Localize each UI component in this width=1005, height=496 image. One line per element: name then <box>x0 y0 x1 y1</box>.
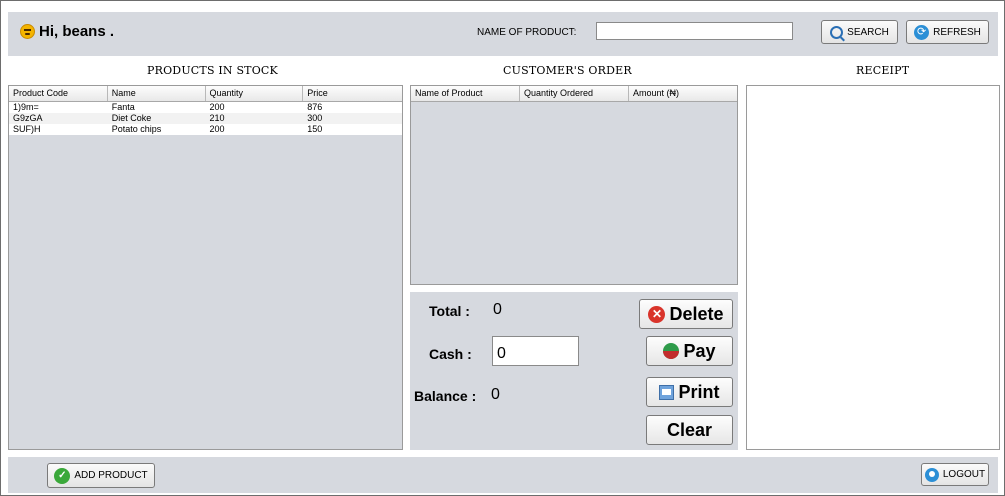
payment-panel: Total : 0 Cash : Balance : 0 ✕ Delete Pa… <box>410 292 738 450</box>
column-header[interactable]: Price <box>303 86 402 101</box>
print-button[interactable]: Print <box>646 377 733 407</box>
receipt-area[interactable] <box>746 85 1000 450</box>
order-title: CUSTOMER'S ORDER <box>503 64 632 77</box>
pay-icon <box>663 343 680 359</box>
app-window: Hi, beans . NAME OF PRODUCT: SEARCH ⟳ RE… <box>0 0 1005 496</box>
column-header[interactable]: Amount (₦) <box>629 86 737 101</box>
clear-button[interactable]: Clear <box>646 415 733 445</box>
table-row[interactable]: G9zGA Diet Coke 210 300 <box>9 113 402 124</box>
add-product-button[interactable]: ✓ ADD PRODUCT <box>47 463 155 488</box>
search-button-label: SEARCH <box>847 26 889 38</box>
table-cell: 200 <box>209 102 225 112</box>
print-icon <box>659 384 675 400</box>
total-label: Total : <box>429 303 470 319</box>
table-cell: Fanta <box>111 102 135 112</box>
clear-button-label: Clear <box>666 419 713 440</box>
column-header[interactable]: Name <box>108 86 206 101</box>
column-header[interactable]: Product Code <box>9 86 108 101</box>
column-header[interactable]: Name of Product <box>411 86 520 101</box>
delete-button[interactable]: ✕ Delete <box>639 299 733 329</box>
pay-button[interactable]: Pay <box>646 336 733 366</box>
name-of-product-input[interactable] <box>596 22 793 40</box>
pay-button-label: Pay <box>683 340 716 361</box>
stock-title: PRODUCTS IN STOCK <box>147 64 278 77</box>
search-icon <box>830 25 844 39</box>
bottom-bar: ✓ ADD PRODUCT LOGOUT <box>8 457 998 493</box>
column-header[interactable]: Quantity Ordered <box>520 86 629 101</box>
table-row[interactable]: SUF)H Potato chips 200 150 <box>9 124 402 135</box>
receipt-title: RECEIPT <box>856 64 910 77</box>
name-of-product-label: NAME OF PRODUCT: <box>477 27 577 38</box>
table-cell: 1)9m= <box>13 102 39 112</box>
delete-button-label: Delete <box>669 303 724 324</box>
balance-label: Balance : <box>414 388 477 404</box>
column-header[interactable]: Quantity <box>206 86 304 101</box>
print-button-label: Print <box>678 381 720 402</box>
delete-icon: ✕ <box>648 305 666 323</box>
search-button[interactable]: SEARCH <box>821 20 898 44</box>
table-cell: 876 <box>307 102 323 112</box>
table-cell: Diet Coke <box>111 113 152 123</box>
user-icon <box>924 467 939 482</box>
table-cell: Potato chips <box>111 124 162 134</box>
stock-table-header: Product Code Name Quantity Price <box>9 86 402 102</box>
total-value: 0 <box>493 301 502 318</box>
add-product-button-label: ADD PRODUCT <box>74 470 148 481</box>
stock-table[interactable]: Product Code Name Quantity Price 1)9m= F… <box>8 85 403 450</box>
top-bar: Hi, beans . NAME OF PRODUCT: SEARCH ⟳ RE… <box>8 12 998 56</box>
cash-input[interactable] <box>492 336 579 366</box>
table-row[interactable]: 1)9m= Fanta 200 876 <box>9 102 402 113</box>
logout-button[interactable]: LOGOUT <box>921 463 989 486</box>
greeting-text: Hi, beans . <box>39 23 115 40</box>
refresh-button[interactable]: ⟳ REFRESH <box>906 20 989 44</box>
table-cell: G9zGA <box>13 113 43 123</box>
table-cell: SUF)H <box>13 124 41 134</box>
table-cell: 300 <box>307 113 323 123</box>
logout-button-label: LOGOUT <box>942 469 986 480</box>
check-icon: ✓ <box>54 467 71 484</box>
smiley-icon <box>20 24 35 39</box>
order-table-header: Name of Product Quantity Ordered Amount … <box>411 86 737 102</box>
balance-value: 0 <box>491 386 500 403</box>
table-cell: 150 <box>307 124 323 134</box>
greeting: Hi, beans . <box>20 23 114 40</box>
table-cell: 200 <box>209 124 225 134</box>
table-cell: 210 <box>209 113 225 123</box>
refresh-button-label: REFRESH <box>933 26 981 38</box>
order-table[interactable]: Name of Product Quantity Ordered Amount … <box>410 85 738 285</box>
refresh-icon: ⟳ <box>914 24 930 40</box>
cash-label: Cash : <box>429 346 472 362</box>
